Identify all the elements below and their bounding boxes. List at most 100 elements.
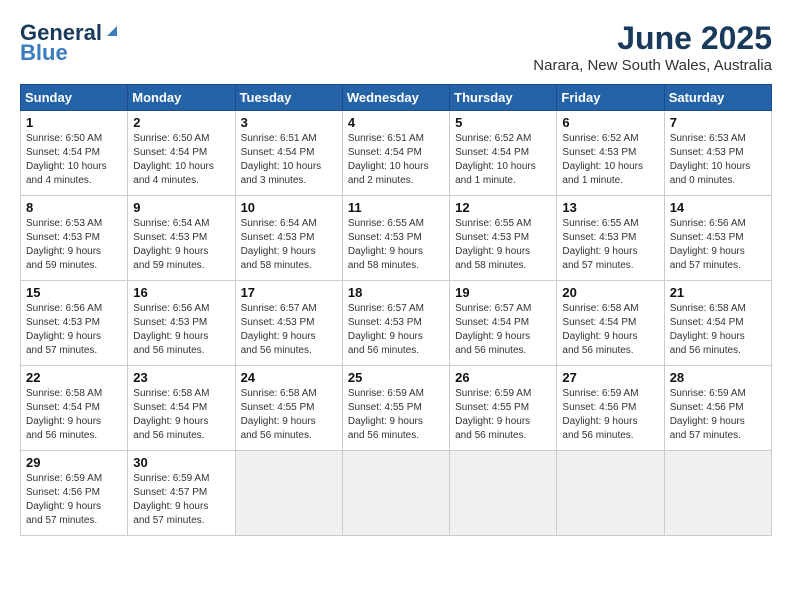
day-info: Sunrise: 6:57 AMSunset: 4:53 PMDaylight:… [241, 302, 337, 358]
day-cell: 16 Sunrise: 6:56 AMSunset: 4:53 PMDayligh… [128, 281, 235, 366]
day-number: 26 [455, 370, 551, 385]
day-number: 20 [562, 285, 658, 300]
day-cell: 2Sunrise: 6:50 AMSunset: 4:54 PMDaylight… [128, 111, 235, 196]
day-cell: 23 Sunrise: 6:58 AMSunset: 4:54 PMDayligh… [128, 366, 235, 451]
day-cell: 1 Sunrise: 6:50 AMSunset: 4:54 PMDaylight… [21, 111, 128, 196]
day-number: 1 [26, 115, 122, 130]
day-cell: 20 Sunrise: 6:58 AMSunset: 4:54 PMDayligh… [557, 281, 664, 366]
day-cell: 14 Sunrise: 6:56 AMSunset: 4:53 PMDayligh… [664, 196, 771, 281]
day-cell: 24 Sunrise: 6:58 AMSunset: 4:55 PMDayligh… [235, 366, 342, 451]
day-info: Sunrise: 6:59 AMSunset: 4:56 PMDaylight:… [562, 387, 658, 443]
day-info: Sunrise: 6:58 AMSunset: 4:55 PMDaylight:… [241, 387, 337, 443]
day-cell [235, 451, 342, 536]
header-cell-monday: Monday [128, 85, 235, 111]
day-info: Sunrise: 6:56 AMSunset: 4:53 PMDaylight:… [133, 302, 229, 358]
header-cell-wednesday: Wednesday [342, 85, 449, 111]
day-number: 13 [562, 200, 658, 215]
day-info: Sunrise: 6:59 AMSunset: 4:55 PMDaylight:… [348, 387, 444, 443]
day-info: Sunrise: 6:58 AMSunset: 4:54 PMDaylight:… [562, 302, 658, 358]
day-number: 30 [133, 455, 229, 470]
day-info: Sunrise: 6:52 AMSunset: 4:53 PMDaylight:… [562, 132, 658, 188]
day-cell: 4 Sunrise: 6:51 AMSunset: 4:54 PMDaylight… [342, 111, 449, 196]
day-info: Sunrise: 6:57 AMSunset: 4:53 PMDaylight:… [348, 302, 444, 358]
day-cell: 26Sunrise: 6:59 AMSunset: 4:55 PMDayligh… [450, 366, 557, 451]
day-number: 9 [133, 200, 229, 215]
day-cell: 6 Sunrise: 6:52 AMSunset: 4:53 PMDaylight… [557, 111, 664, 196]
day-number: 8 [26, 200, 122, 215]
day-cell: 8 Sunrise: 6:53 AMSunset: 4:53 PMDaylight… [21, 196, 128, 281]
day-cell: 3 Sunrise: 6:51 AMSunset: 4:54 PMDaylight… [235, 111, 342, 196]
day-info: Sunrise: 6:52 AMSunset: 4:54 PMDaylight:… [455, 132, 551, 188]
day-cell: 5 Sunrise: 6:52 AMSunset: 4:54 PMDaylight… [450, 111, 557, 196]
day-cell: 18 Sunrise: 6:57 AMSunset: 4:53 PMDayligh… [342, 281, 449, 366]
day-info: Sunrise: 6:55 AMSunset: 4:53 PMDaylight:… [348, 217, 444, 273]
day-cell: 25 Sunrise: 6:59 AMSunset: 4:55 PMDayligh… [342, 366, 449, 451]
day-info: Sunrise: 6:51 AMSunset: 4:54 PMDaylight:… [348, 132, 444, 188]
day-number: 18 [348, 285, 444, 300]
day-number: 21 [670, 285, 766, 300]
day-number: 5 [455, 115, 551, 130]
day-info: Sunrise: 6:51 AMSunset: 4:54 PMDaylight:… [241, 132, 337, 188]
day-number: 14 [670, 200, 766, 215]
day-info: Sunrise: 6:59 AMSunset: 4:56 PMDaylight:… [26, 472, 122, 528]
day-info: Sunrise: 6:55 AMSunset: 4:53 PMDaylight:… [562, 217, 658, 273]
page-header: General Blue June 2025 Narara, New South… [20, 20, 772, 74]
day-cell: 9 Sunrise: 6:54 AMSunset: 4:53 PMDaylight… [128, 196, 235, 281]
day-cell: 12 Sunrise: 6:55 AMSunset: 4:53 PMDayligh… [450, 196, 557, 281]
day-info: Sunrise: 6:58 AMSunset: 4:54 PMDaylight:… [133, 387, 229, 443]
day-info: Sunrise: 6:59 AMSunset: 4:57 PMDaylight:… [133, 472, 229, 528]
day-info: Sunrise: 6:50 AMSunset: 4:54 PMDaylight:… [133, 132, 229, 188]
day-info: Sunrise: 6:58 AMSunset: 4:54 PMDaylight:… [26, 387, 122, 443]
day-number: 12 [455, 200, 551, 215]
day-number: 23 [133, 370, 229, 385]
week-row-1: 1 Sunrise: 6:50 AMSunset: 4:54 PMDaylight… [21, 111, 772, 196]
day-number: 16 [133, 285, 229, 300]
day-cell: 7 Sunrise: 6:53 AMSunset: 4:53 PMDaylight… [664, 111, 771, 196]
logo-line2: Blue [20, 40, 68, 66]
day-cell [450, 451, 557, 536]
title-block: June 2025 Narara, New South Wales, Austr… [533, 20, 772, 74]
day-cell: 30 Sunrise: 6:59 AMSunset: 4:57 PMDayligh… [128, 451, 235, 536]
day-cell: 29 Sunrise: 6:59 AMSunset: 4:56 PMDayligh… [21, 451, 128, 536]
day-number: 11 [348, 200, 444, 215]
day-number: 4 [348, 115, 444, 130]
day-info: Sunrise: 6:53 AMSunset: 4:53 PMDaylight:… [670, 132, 766, 188]
day-info: Sunrise: 6:56 AMSunset: 4:53 PMDaylight:… [670, 217, 766, 273]
day-cell: 19Sunrise: 6:57 AMSunset: 4:54 PMDayligh… [450, 281, 557, 366]
day-number: 10 [241, 200, 337, 215]
day-cell: 21 Sunrise: 6:58 AMSunset: 4:54 PMDayligh… [664, 281, 771, 366]
day-number: 25 [348, 370, 444, 385]
day-number: 3 [241, 115, 337, 130]
week-row-5: 29 Sunrise: 6:59 AMSunset: 4:56 PMDayligh… [21, 451, 772, 536]
day-info: Sunrise: 6:53 AMSunset: 4:53 PMDaylight:… [26, 217, 122, 273]
day-number: 27 [562, 370, 658, 385]
day-cell [557, 451, 664, 536]
logo-arrow-icon [103, 22, 121, 40]
day-info: Sunrise: 6:55 AMSunset: 4:53 PMDaylight:… [455, 217, 551, 273]
day-info: Sunrise: 6:56 AMSunset: 4:53 PMDaylight:… [26, 302, 122, 358]
day-cell [342, 451, 449, 536]
day-info: Sunrise: 6:58 AMSunset: 4:54 PMDaylight:… [670, 302, 766, 358]
header-cell-friday: Friday [557, 85, 664, 111]
day-info: Sunrise: 6:50 AMSunset: 4:54 PMDaylight:… [26, 132, 122, 188]
day-cell: 17Sunrise: 6:57 AMSunset: 4:53 PMDayligh… [235, 281, 342, 366]
header-row: SundayMondayTuesdayWednesdayThursdayFrid… [21, 85, 772, 111]
day-info: Sunrise: 6:54 AMSunset: 4:53 PMDaylight:… [241, 217, 337, 273]
day-info: Sunrise: 6:59 AMSunset: 4:56 PMDaylight:… [670, 387, 766, 443]
day-number: 29 [26, 455, 122, 470]
day-number: 7 [670, 115, 766, 130]
day-number: 15 [26, 285, 122, 300]
week-row-3: 15 Sunrise: 6:56 AMSunset: 4:53 PMDayligh… [21, 281, 772, 366]
day-number: 6 [562, 115, 658, 130]
day-cell: 15 Sunrise: 6:56 AMSunset: 4:53 PMDayligh… [21, 281, 128, 366]
month-title: June 2025 [533, 20, 772, 57]
logo: General Blue [20, 20, 121, 66]
day-info: Sunrise: 6:54 AMSunset: 4:53 PMDaylight:… [133, 217, 229, 273]
day-number: 24 [241, 370, 337, 385]
location: Narara, New South Wales, Australia [533, 57, 772, 74]
week-row-4: 22Sunrise: 6:58 AMSunset: 4:54 PMDayligh… [21, 366, 772, 451]
day-cell: 10 Sunrise: 6:54 AMSunset: 4:53 PMDayligh… [235, 196, 342, 281]
calendar-table: SundayMondayTuesdayWednesdayThursdayFrid… [20, 84, 772, 536]
day-cell: 27 Sunrise: 6:59 AMSunset: 4:56 PMDayligh… [557, 366, 664, 451]
day-number: 28 [670, 370, 766, 385]
